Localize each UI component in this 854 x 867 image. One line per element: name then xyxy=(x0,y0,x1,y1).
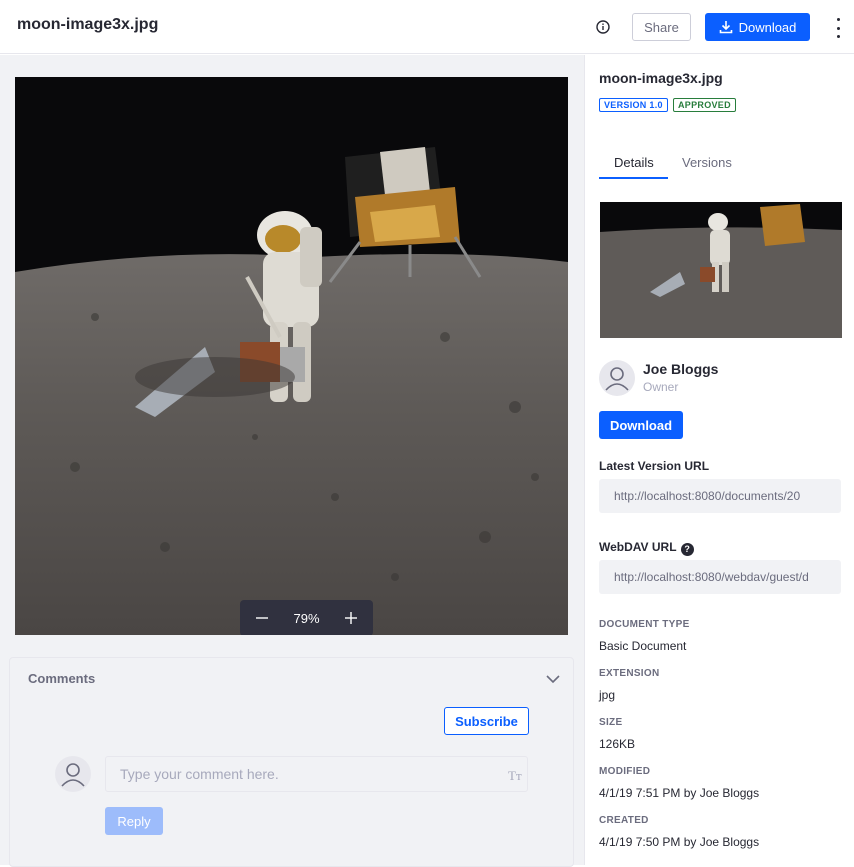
download-icon xyxy=(719,21,732,34)
help-icon[interactable]: ? xyxy=(680,542,694,556)
meta-key-modified: MODIFIED xyxy=(599,766,651,777)
meta-key-created: CREATED xyxy=(599,815,649,826)
webdav-url-label-row: WebDAV URL? xyxy=(599,540,694,556)
zoom-control: 79% xyxy=(240,600,373,635)
meta-key-extension: EXTENSION xyxy=(599,668,660,679)
share-button[interactable]: Share xyxy=(632,13,691,41)
tab-versions[interactable]: Versions xyxy=(682,155,732,170)
owner-name: Joe Bloggs xyxy=(643,361,719,377)
comment-input[interactable] xyxy=(105,756,528,792)
download-button-label: Download xyxy=(738,19,797,35)
owner-avatar xyxy=(599,360,635,396)
sidebar-download-button[interactable]: Download xyxy=(599,411,683,439)
sidebar-tabs: Details Versions xyxy=(599,145,841,181)
meta-value-created: 4/1/19 7:50 PM by Joe Bloggs xyxy=(599,835,760,849)
meta-value-size: 126KB xyxy=(599,737,636,751)
image-preview: 79% xyxy=(15,77,568,635)
webdav-url-label: WebDAV URL xyxy=(599,540,677,554)
text-format-icon[interactable]: Tт xyxy=(508,768,522,784)
avatar xyxy=(55,756,91,792)
preview-panel: 79% Comments Subscribe Tт Reply xyxy=(0,55,584,867)
owner-role: Owner xyxy=(643,380,679,394)
image-thumbnail xyxy=(600,202,842,338)
active-tab-indicator xyxy=(599,177,668,179)
download-button[interactable]: Download xyxy=(705,13,810,41)
latest-version-url-label: Latest Version URL xyxy=(599,459,710,473)
tab-details[interactable]: Details xyxy=(614,155,654,170)
zoom-level: 79% xyxy=(293,610,320,626)
webdav-url-field[interactable] xyxy=(599,560,841,594)
info-icon[interactable] xyxy=(594,18,612,36)
info-sidebar: moon-image3x.jpg VERSION 1.0 APPROVED De… xyxy=(584,55,854,865)
document-title: moon-image3x.jpg xyxy=(17,16,159,33)
zoom-out-icon[interactable] xyxy=(254,610,270,626)
sidebar-title: moon-image3x.jpg xyxy=(599,70,723,86)
meta-key-document-type: DOCUMENT TYPE xyxy=(599,619,690,630)
reply-button[interactable]: Reply xyxy=(105,807,163,835)
meta-value-document-type: Basic Document xyxy=(599,639,687,653)
moon-photo xyxy=(15,77,568,635)
top-bar: moon-image3x.jpg Share Download xyxy=(0,0,854,54)
status-badge: APPROVED xyxy=(673,98,736,112)
meta-value-modified: 4/1/19 7:51 PM by Joe Bloggs xyxy=(599,786,760,800)
comments-panel: Comments Subscribe Tт Reply xyxy=(9,657,574,867)
subscribe-button[interactable]: Subscribe xyxy=(444,707,529,735)
chevron-down-icon[interactable] xyxy=(546,672,560,684)
zoom-in-icon[interactable] xyxy=(343,610,359,626)
meta-key-size: SIZE xyxy=(599,717,623,728)
version-badge: VERSION 1.0 xyxy=(599,98,668,112)
latest-version-url-field[interactable] xyxy=(599,479,841,513)
meta-value-extension: jpg xyxy=(599,688,616,702)
comments-title: Comments xyxy=(28,671,96,686)
more-options-icon[interactable] xyxy=(832,18,844,38)
